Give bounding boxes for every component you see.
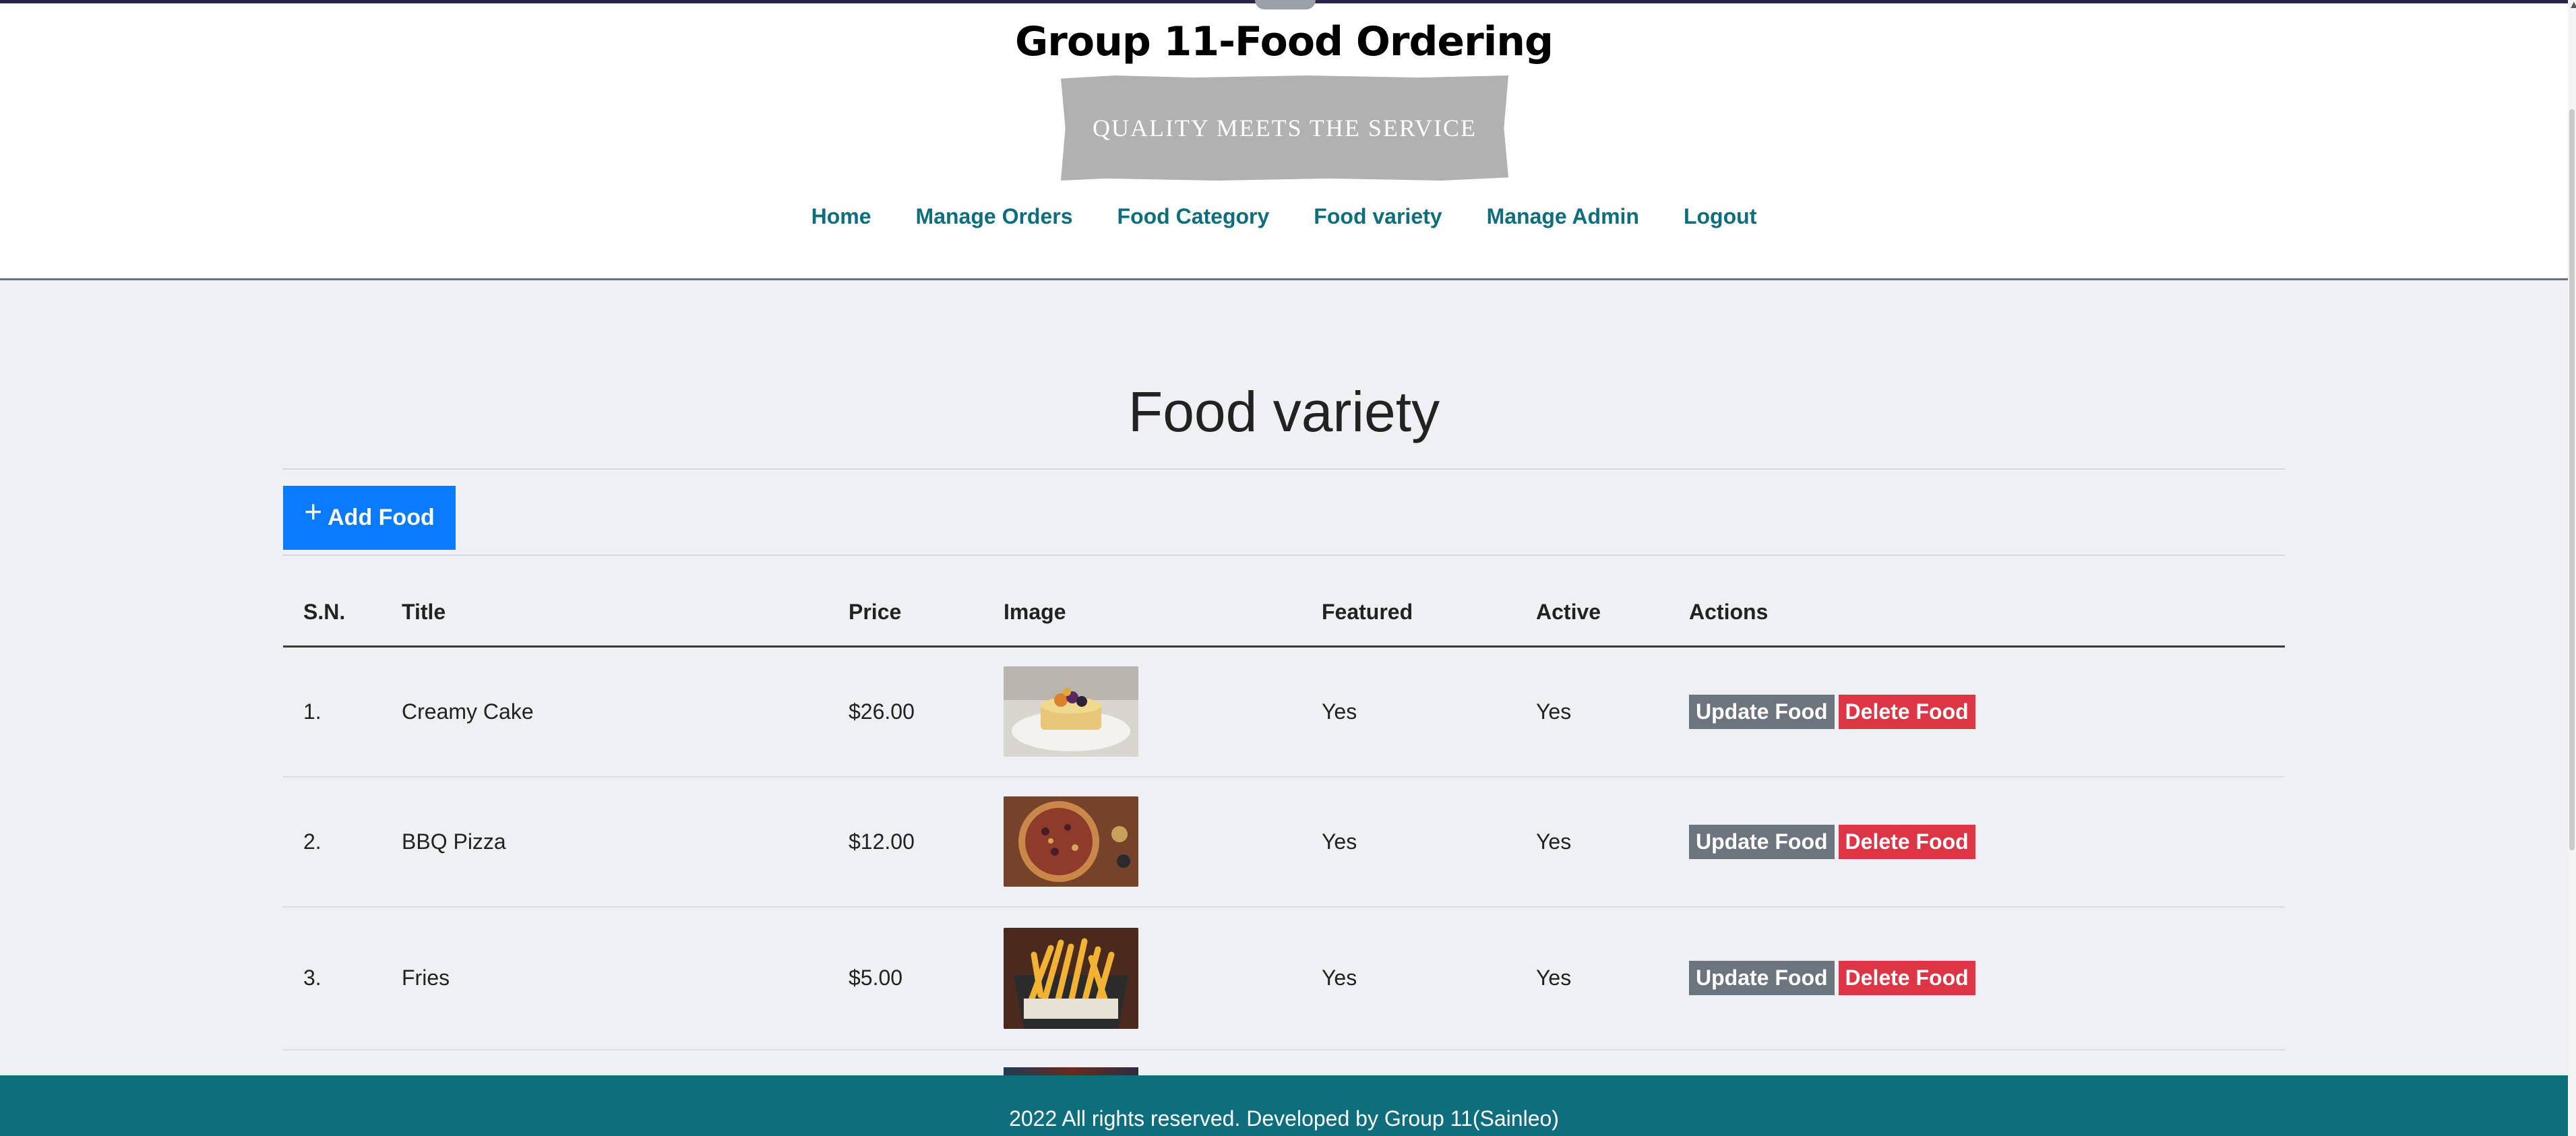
nav-food-variety[interactable]: Food variety (1314, 204, 1442, 229)
row-featured: Yes (1322, 646, 1536, 778)
add-food-label: Add Food (328, 505, 435, 530)
divider (283, 468, 2285, 470)
row-price: $26.00 (849, 646, 1004, 778)
fries-image (1004, 927, 1138, 1029)
row-title: Creamy Cake (402, 646, 849, 778)
delete-food-button[interactable]: Delete Food (1838, 961, 1975, 995)
site-header: Group 11-Food Ordering QUALITY MEETS THE… (0, 3, 2568, 280)
row-sn: 2. (283, 776, 402, 908)
page: Group 11-Food Ordering QUALITY MEETS THE… (0, 0, 2576, 1136)
delete-food-button[interactable]: Delete Food (1838, 824, 1975, 859)
delete-food-button[interactable]: Delete Food (1838, 694, 1975, 729)
nav-logout[interactable]: Logout (1684, 204, 1756, 229)
table-row: 3. Fries $5.00 Yes Yes Update Food Delet… (283, 906, 2285, 1050)
col-header-title: Title (402, 578, 849, 648)
nav-home[interactable]: Home (811, 204, 871, 229)
site-footer: 2022 All rights reserved. Developed by G… (0, 1075, 2568, 1136)
row-title: BBQ Pizza (402, 776, 849, 908)
row-active: Yes (1536, 776, 1689, 908)
bbq-pizza-image (1004, 796, 1138, 887)
row-sn: 3. (283, 906, 402, 1050)
footer-text: 2022 All rights reserved. Developed by G… (1009, 1106, 1559, 1131)
nav-manage-admin[interactable]: Manage Admin (1487, 204, 1639, 229)
table-row: 2. BBQ Pizza $12.00 Yes Yes Update Food … (283, 776, 2285, 908)
table-row: 1. Creamy Cake $26.00 Yes Yes Update Foo… (283, 646, 2285, 778)
row-featured: Yes (1322, 776, 1536, 908)
row-active: Yes (1536, 646, 1689, 778)
food-table: S.N. Title Price Image Featured Active A… (283, 578, 2285, 1050)
col-header-price: Price (849, 578, 1004, 648)
top-tab-handle (1255, 0, 1316, 9)
main-nav: Home Manage Orders Food Category Food varie… (0, 204, 2568, 229)
scrollbar-thumb[interactable] (2569, 109, 2575, 850)
nav-manage-orders[interactable]: Manage Orders (916, 204, 1073, 229)
scroll-up-arrow-icon[interactable]: ▲ (2569, 0, 2576, 11)
nav-food-category[interactable]: Food Category (1117, 204, 1270, 229)
page-title: Food variety (1128, 380, 1440, 443)
row-price: $5.00 (849, 906, 1004, 1050)
row-title: Fries (402, 906, 849, 1050)
creamy-cake-image (1004, 666, 1138, 757)
update-food-button[interactable]: Update Food (1689, 824, 1835, 859)
tagline-banner: QUALITY MEETS THE SERVICE (1061, 75, 1508, 181)
row-featured: Yes (1322, 906, 1536, 1050)
col-header-active: Active (1536, 578, 1689, 648)
add-food-button[interactable]: + Add Food (283, 486, 456, 550)
tagline-text: QUALITY MEETS THE SERVICE (1092, 115, 1477, 141)
col-header-image: Image (1004, 578, 1322, 648)
table-header-row: S.N. Title Price Image Featured Active A… (283, 578, 2285, 648)
row-active: Yes (1536, 906, 1689, 1050)
row-sn: 1. (283, 646, 402, 778)
update-food-button[interactable]: Update Food (1689, 961, 1835, 995)
row-price: $12.00 (849, 776, 1004, 908)
divider (283, 555, 2285, 556)
col-header-sn: S.N. (283, 578, 402, 648)
plus-icon: + (304, 493, 323, 529)
site-title: Group 11-Food Ordering (1015, 18, 1554, 65)
update-food-button[interactable]: Update Food (1689, 694, 1835, 729)
col-header-featured: Featured (1322, 578, 1536, 648)
col-header-actions: Actions (1689, 578, 2285, 648)
